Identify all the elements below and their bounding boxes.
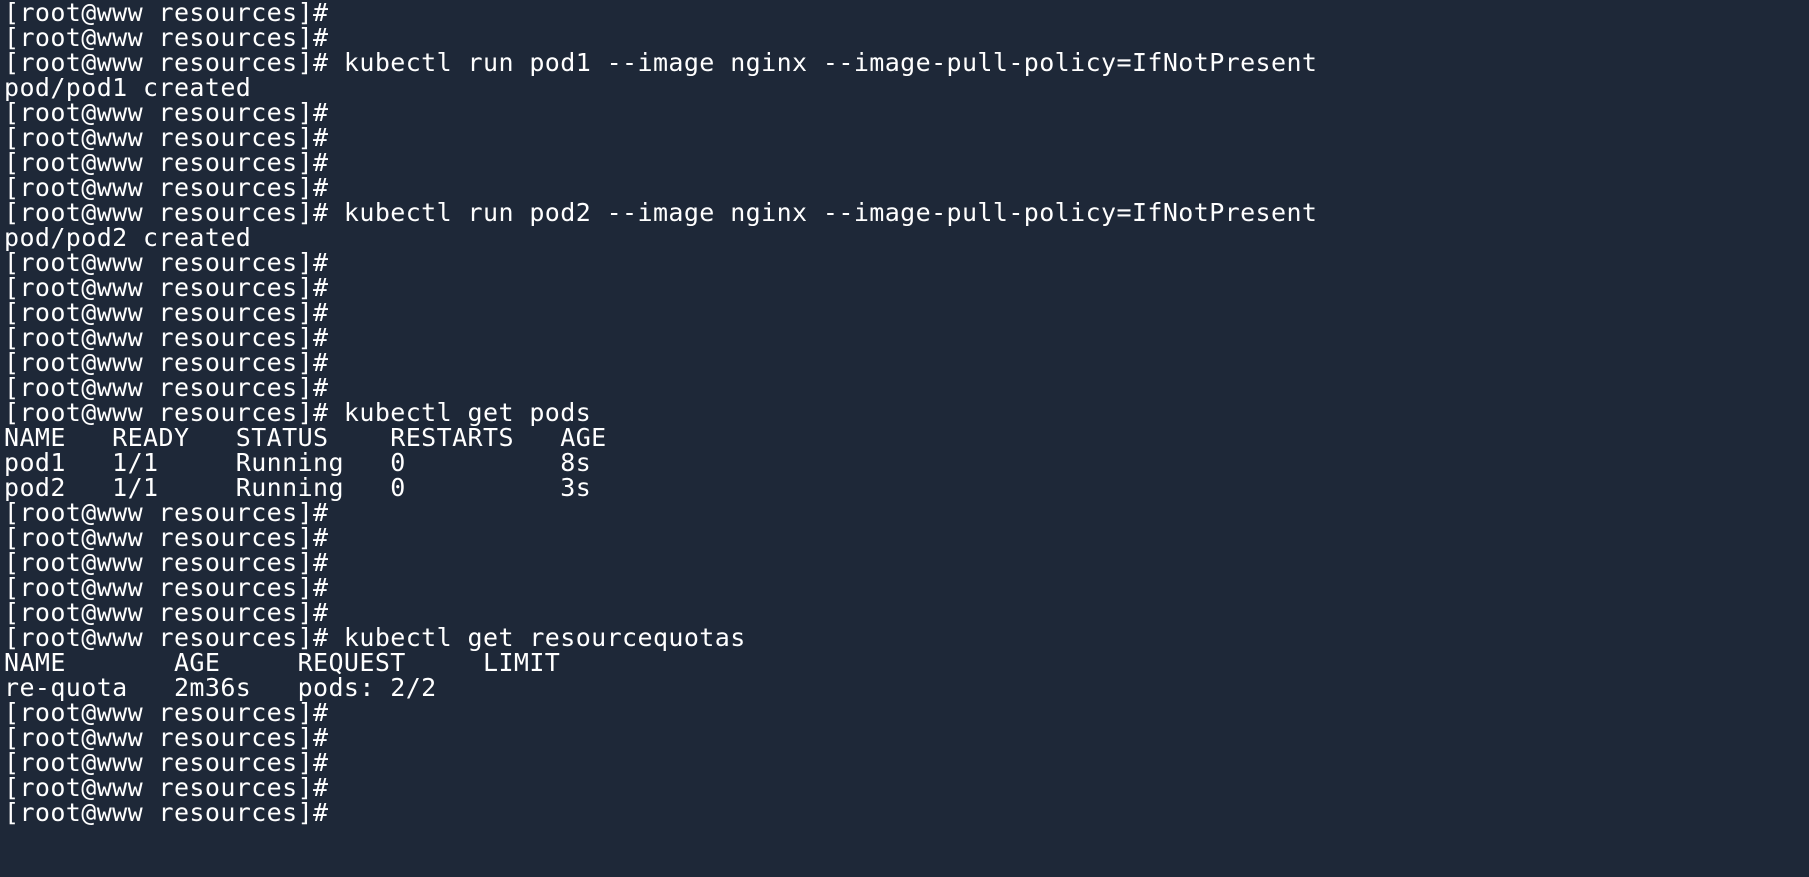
terminal-window[interactable]: [root@www resources]# [root@www resource… (0, 0, 1809, 877)
terminal-line: [root@www resources]# (4, 573, 329, 602)
terminal-line: NAME AGE REQUEST LIMIT (4, 648, 561, 677)
terminal-line: pod1 1/1 Running 0 8s (4, 448, 592, 477)
terminal-line: [root@www resources]# (4, 248, 329, 277)
terminal-line: [root@www resources]# (4, 98, 329, 127)
terminal-line: [root@www resources]# (4, 373, 329, 402)
terminal-line: re-quota 2m36s pods: 2/2 (4, 673, 437, 702)
terminal-line: [root@www resources]# kubectl get resour… (4, 623, 746, 652)
terminal-line: pod/pod2 created (4, 223, 252, 252)
terminal-line: [root@www resources]# (4, 123, 329, 152)
terminal-line: [root@www resources]# (4, 523, 329, 552)
terminal-line: [root@www resources]# (4, 748, 329, 777)
terminal-line: [root@www resources]# (4, 148, 329, 177)
terminal-prompt-line[interactable]: [root@www resources]# (4, 800, 1809, 825)
terminal-line: [root@www resources]# (4, 0, 329, 27)
terminal-line: [root@www resources]# (4, 323, 329, 352)
terminal-line: [root@www resources]# kubectl run pod1 -… (4, 48, 1318, 77)
terminal-line: [root@www resources]# (4, 498, 329, 527)
terminal-line: NAME READY STATUS RESTARTS AGE (4, 423, 607, 452)
terminal-line: [root@www resources]# (4, 773, 329, 802)
terminal-line: [root@www resources]# (4, 598, 329, 627)
terminal-line: [root@www resources]# (4, 723, 329, 752)
terminal-line: [root@www resources]# (4, 548, 329, 577)
terminal-line: [root@www resources]# (4, 273, 329, 302)
terminal-line: [root@www resources]# (4, 23, 329, 52)
terminal-line: [root@www resources]# kubectl run pod2 -… (4, 198, 1318, 227)
terminal-line: [root@www resources]# (4, 348, 329, 377)
terminal-line: [root@www resources]# kubectl get pods (4, 398, 592, 427)
terminal-line: pod/pod1 created (4, 73, 252, 102)
terminal-line: [root@www resources]# (4, 298, 329, 327)
terminal-line: [root@www resources]# (4, 173, 329, 202)
terminal-line: [root@www resources]# (4, 698, 329, 727)
terminal-line: pod2 1/1 Running 0 3s (4, 473, 592, 502)
